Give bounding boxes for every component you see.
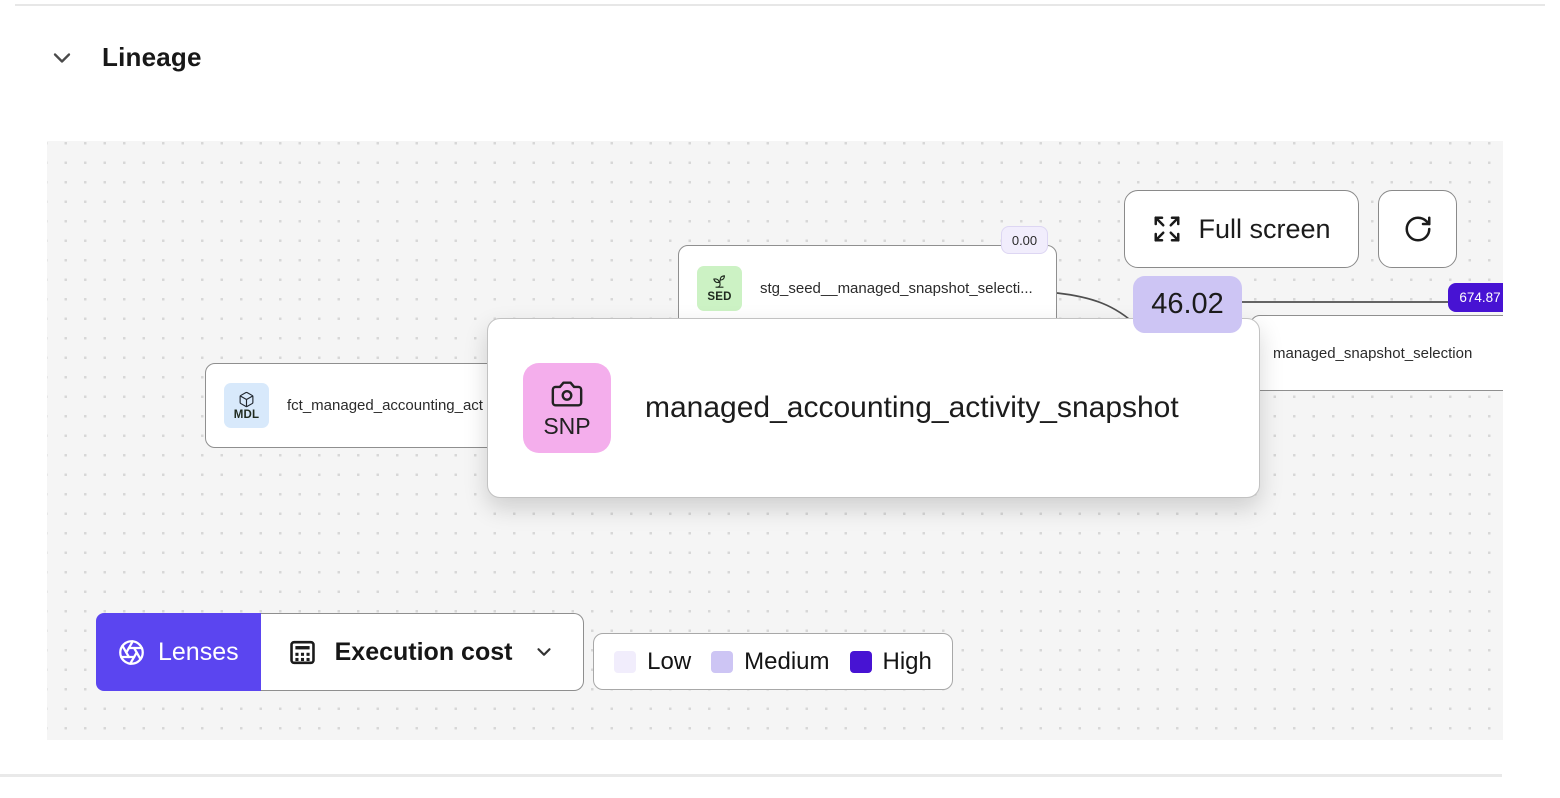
seed-type-badge: SED [697, 265, 742, 311]
legend-swatch-medium [711, 650, 734, 673]
expand-icon [1154, 216, 1180, 242]
cost-badge-high: 674.87 [1448, 283, 1503, 312]
type-code: MDL [233, 408, 260, 421]
node-label: managed_snapshot_selection [1273, 344, 1473, 362]
lenses-bar: Lenses Execution cost [96, 613, 584, 691]
model-type-badge: MDL [224, 383, 269, 428]
lenses-button[interactable]: Lenses [96, 613, 261, 691]
refresh-button[interactable] [1378, 190, 1457, 268]
section-header: Lineage [48, 42, 202, 73]
collapse-chevron-icon[interactable] [48, 44, 76, 72]
lineage-page: Lineage managed_snapshot_selection SED s… [0, 0, 1560, 798]
refresh-icon [1405, 216, 1430, 242]
full-screen-label: Full screen [1198, 213, 1331, 244]
chevron-down-icon [537, 648, 552, 656]
legend-swatch-high [849, 650, 872, 673]
node-managed-snapshot-selection[interactable]: managed_snapshot_selection [1250, 315, 1503, 391]
selected-lens-label: Execution cost [334, 637, 513, 666]
node-label: stg_seed__managed_snapshot_selecti... [760, 279, 1033, 297]
legend-label-high: High [882, 647, 932, 675]
cost-legend: Low Medium High [593, 633, 953, 690]
top-divider [15, 4, 1545, 6]
full-screen-button[interactable]: Full screen [1124, 190, 1359, 268]
type-code: SED [707, 291, 732, 303]
legend-swatch-low [614, 650, 637, 673]
bottom-divider [0, 774, 1502, 777]
hovered-node-snapshot[interactable]: SNP managed_accounting_activity_snapshot [487, 318, 1260, 498]
hovered-node-label: managed_accounting_activity_snapshot [645, 391, 1179, 424]
cost-badge-medium: 46.02 [1133, 276, 1242, 333]
page-title: Lineage [102, 42, 202, 72]
type-code: SNP [543, 412, 591, 439]
sprout-icon [713, 275, 726, 288]
cost-badge-low: 0.00 [1001, 226, 1048, 254]
lenses-label: Lenses [158, 637, 239, 666]
cube-icon [239, 391, 254, 407]
lens-select-dropdown[interactable]: Execution cost [260, 613, 584, 691]
aperture-icon [119, 639, 144, 665]
camera-icon [551, 380, 583, 407]
legend-label-medium: Medium [744, 647, 830, 675]
lineage-canvas[interactable]: managed_snapshot_selection SED stg_seed_… [47, 141, 1503, 740]
cost-table-icon [289, 640, 315, 664]
legend-label-low: Low [647, 647, 692, 675]
node-label: fct_managed_accounting_act [287, 397, 483, 414]
snapshot-type-badge: SNP [523, 363, 611, 453]
